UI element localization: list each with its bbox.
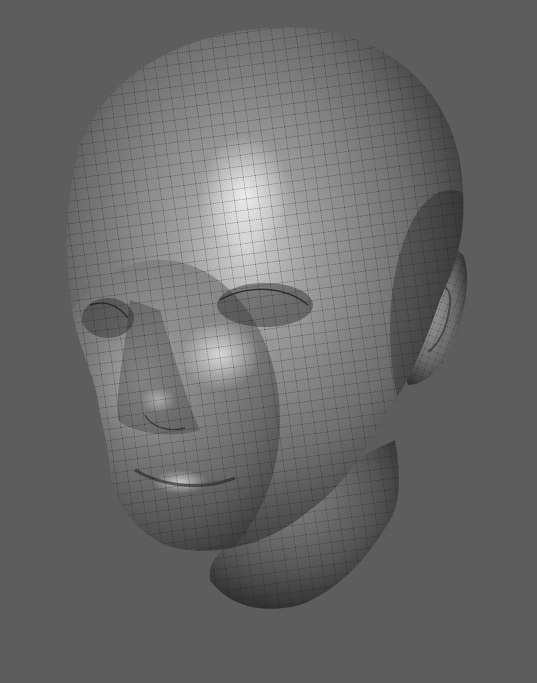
viewport-canvas[interactable] — [0, 0, 537, 683]
3d-viewport[interactable] — [0, 0, 537, 683]
